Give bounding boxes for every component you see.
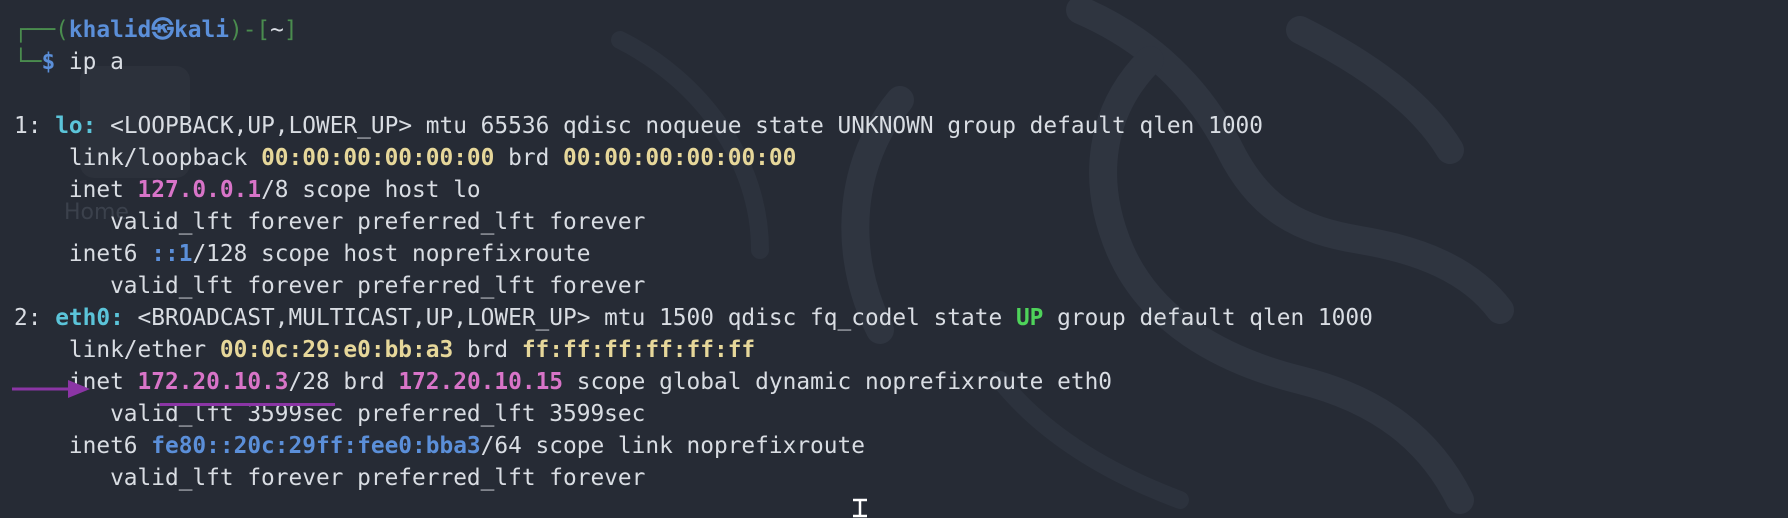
text-cursor-icon — [853, 498, 867, 518]
prompt-at-symbol: ㉿ — [151, 17, 175, 43]
iface-name-eth0: eth0: — [55, 305, 124, 331]
output-line-7: 2: eth0: <BROADCAST,MULTICAST,UP,LOWER_U… — [14, 302, 1788, 334]
brd-address: ff:ff:ff:ff:ff:ff — [521, 337, 756, 363]
output-line-2: link/loopback 00:00:00:00:00:00 brd 00:0… — [14, 142, 1788, 174]
prompt-frame-lower: └─ — [14, 49, 42, 75]
brd-address: 00:00:00:00:00:00 — [563, 145, 797, 171]
inet6-label: inet6 — [14, 433, 152, 459]
output-line-9: inet 172.20.10.3/28 brd 172.20.10.15 sco… — [14, 366, 1788, 398]
ipv4-address-highlighted: 172.20.10.3 — [137, 369, 289, 395]
output-line-1: 1: lo: <LOOPBACK,UP,LOWER_UP> mtu 65536 … — [14, 110, 1788, 142]
command-text: ip a — [55, 49, 124, 75]
brd-label: brd — [453, 337, 522, 363]
output-line-4: valid_lft forever preferred_lft forever — [14, 209, 646, 235]
prompt-frame-mid: )-[ — [228, 17, 271, 43]
inet-prefix: /28 brd — [288, 369, 399, 395]
broadcast-address: 172.20.10.15 — [398, 369, 564, 395]
ip-underline-annotation — [160, 403, 335, 406]
ipv6-address: ::1 — [151, 241, 193, 267]
output-line-5: inet6 ::1/128 scope host noprefixroute — [14, 238, 1788, 270]
mac-address: 00:00:00:00:00:00 — [261, 145, 495, 171]
output-line-12: valid_lft forever preferred_lft forever — [14, 465, 646, 491]
state-up: UP — [1015, 305, 1044, 331]
prompt-cwd: ~ — [270, 17, 284, 43]
iface-flags: <BROADCAST,MULTICAST,UP,LOWER_UP> mtu 15… — [123, 305, 1016, 331]
inet-label: inet — [14, 177, 138, 203]
terminal-output[interactable]: ┌──(khalid㉿kali)-[~] └─$ ip a 1: lo: <LO… — [14, 14, 1788, 494]
inet-scope: /8 scope host lo — [261, 177, 481, 203]
inet6-scope: /64 scope link noprefixroute — [480, 433, 865, 459]
inet6-scope: /128 scope host noprefixroute — [192, 241, 591, 267]
iface-group: group default qlen 1000 — [1043, 305, 1373, 331]
ipv6-address: fe80::20c:29ff:fee0:bba3 — [151, 433, 481, 459]
mac-address: 00:0c:29:e0:bb:a3 — [219, 337, 454, 363]
link-label: link/loopback — [14, 145, 262, 171]
iface-index: 2: — [14, 305, 56, 331]
iface-index: 1: — [14, 113, 56, 139]
output-line-6: valid_lft forever preferred_lft forever — [14, 273, 646, 299]
brd-label: brd — [494, 145, 564, 171]
inet6-label: inet6 — [14, 241, 152, 267]
prompt-host: kali — [174, 17, 229, 43]
iface-flags: <LOOPBACK,UP,LOWER_UP> mtu 65536 qdisc n… — [96, 113, 1263, 139]
iface-name-lo: lo: — [55, 113, 97, 139]
output-line-3: inet 127.0.0.1/8 scope host lo — [14, 174, 1788, 206]
prompt-frame: ┌──( — [14, 17, 69, 43]
arrow-icon — [12, 380, 90, 398]
prompt-dollar: $ — [41, 49, 56, 75]
output-line-8: link/ether 00:0c:29:e0:bb:a3 brd ff:ff:f… — [14, 334, 1788, 366]
prompt-user: khalid — [68, 17, 152, 43]
link-label: link/ether — [14, 337, 220, 363]
command-line: └─$ ip a — [14, 46, 1788, 78]
prompt-frame-end: ] — [283, 17, 298, 43]
prompt-line: ┌──(khalid㉿kali)-[~] — [14, 14, 1788, 46]
inet-scope: scope global dynamic noprefixroute eth0 — [563, 369, 1113, 395]
ipv4-address: 127.0.0.1 — [137, 177, 262, 203]
output-line-11: inet6 fe80::20c:29ff:fee0:bba3/64 scope … — [14, 430, 1788, 462]
